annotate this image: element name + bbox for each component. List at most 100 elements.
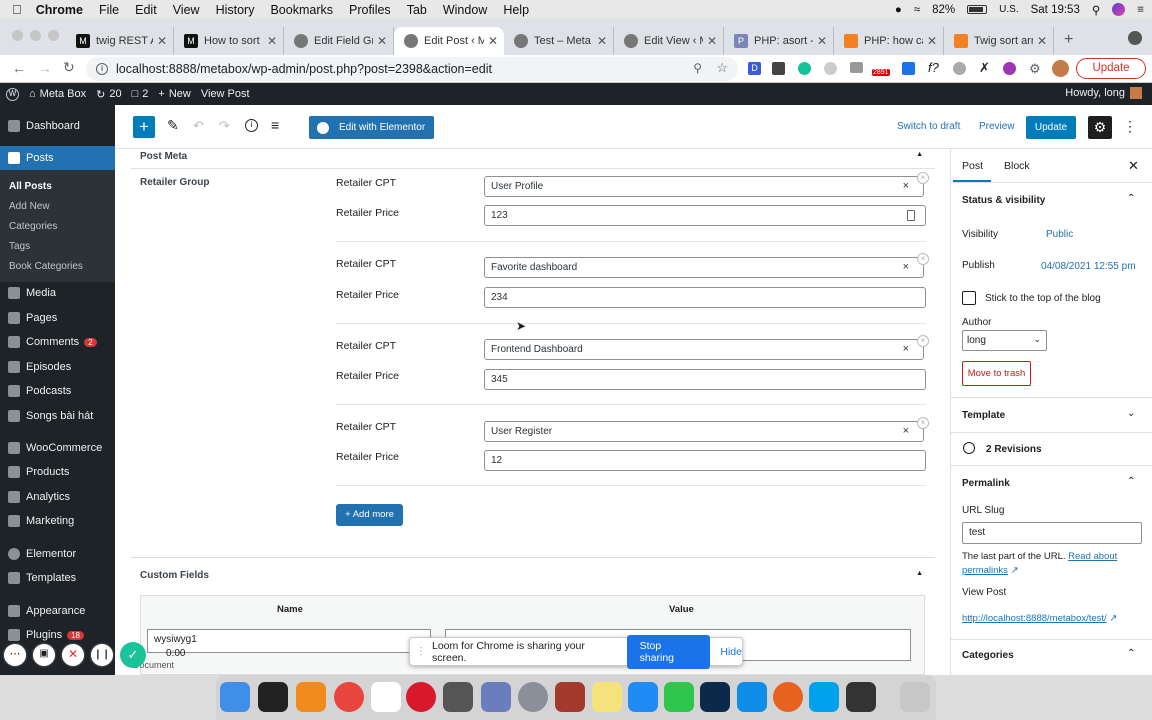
tab-twig-rest[interactable]: Mtwig REST AP ✕ [66,27,174,55]
switch-to-draft-button[interactable]: Switch to draft [897,121,960,132]
publish-date-value[interactable]: 04/08/2021 12:55 pm [1041,261,1136,272]
sidebar-sub-tags[interactable]: Tags [0,236,115,256]
url-slug-input[interactable]: test [962,522,1142,544]
skype-icon[interactable] [809,682,839,712]
sidebar-item-comments[interactable]: Comments 2 [0,330,115,354]
record-icon[interactable]: ● [895,4,902,16]
more-options-icon[interactable]: ⋮ [1123,118,1137,135]
close-icon[interactable]: ✕ [1037,34,1047,48]
extension-icon[interactable] [953,62,966,75]
stop-sharing-button[interactable]: Stop sharing [626,634,711,669]
window-minimize-icon[interactable] [30,30,41,41]
terminal-icon[interactable] [258,682,288,712]
post-meta-header[interactable]: Post Meta ▲ [131,149,935,169]
tab-post[interactable]: Post [962,160,983,172]
collapse-arrow-icon[interactable]: ▲ [916,570,923,577]
sidebar-item-songs[interactable]: Songs bài hát [0,404,115,428]
tab-test-meta-box[interactable]: Test – Meta B ✕ [504,27,614,55]
edit-with-elementor-button[interactable]: Edit with Elementor [309,116,434,139]
sidebar-item-posts[interactable]: Posts [0,146,115,170]
notes-icon[interactable] [592,682,622,712]
redo-icon[interactable]: ↷ [219,118,230,134]
url-text[interactable]: localhost:8888/metabox/wp-admin/post.php… [116,62,492,76]
tab-edit-field-group[interactable]: Edit Field Gr ✕ [284,27,394,55]
sidebar-item-episodes[interactable]: Episodes [0,355,115,379]
permalinks-link[interactable]: permalinks [962,565,1008,576]
status-visibility-title[interactable]: Status & visibility [962,195,1045,206]
control-center-icon[interactable]: ≡ [1137,4,1144,16]
tableplus-icon[interactable] [443,682,473,712]
add-more-button[interactable]: + Add more [336,504,403,526]
sidebar-item-pages[interactable]: Pages [0,306,115,330]
firefox-icon[interactable] [773,682,803,712]
preview-button[interactable]: Preview [979,121,1015,132]
chevron-down-icon[interactable]: ⌄ [1127,408,1135,419]
template-title[interactable]: Template [962,410,1005,421]
tab-php-asort[interactable]: P PHP: asort - ✕ [724,27,834,55]
retailer-cpt-select[interactable]: User Profile × × [484,172,929,197]
remove-clone-icon[interactable]: × [917,172,929,184]
view-post-link[interactable]: View Post [201,88,250,100]
retailer-cpt-select[interactable]: Favorite dashboard × × [484,253,929,278]
sidebar-sub-add-new[interactable]: Add New [0,196,115,216]
tab-edit-view[interactable]: Edit View ‹ M ✕ [614,27,724,55]
app-store-icon[interactable] [628,682,658,712]
cancel-recording-icon[interactable]: ✕ [62,644,84,666]
list-view-icon[interactable]: ≡ [271,117,279,133]
clear-selection-icon[interactable]: × [903,425,909,437]
custom-fields-header[interactable]: Custom Fields ▲ [131,565,935,587]
categories-title[interactable]: Categories [962,650,1014,661]
retailer-price-input[interactable]: 12 [484,450,926,471]
chrome-icon[interactable] [334,682,364,712]
tools-pencil-icon[interactable]: ✎ [167,117,179,134]
menu-file[interactable]: File [99,3,119,17]
wordpress-logo-icon[interactable]: W [6,87,19,101]
retailer-cpt-select[interactable]: Frontend Dashboard × × [484,335,929,360]
tab-block[interactable]: Block [1004,160,1030,172]
update-button[interactable]: Update [1026,116,1076,139]
sidebar-item-woocommerce[interactable]: WooCommerce [0,436,115,460]
window-zoom-icon[interactable] [48,30,59,41]
tab-how-to-sort[interactable]: M How to sort ✕ [174,27,284,55]
sidebar-item-podcasts[interactable]: Podcasts [0,379,115,403]
close-icon[interactable]: ✕ [1128,158,1139,174]
photoshop-icon[interactable] [700,682,730,712]
extension-icon[interactable] [902,62,915,75]
chevron-up-icon[interactable]: ⌃ [1127,193,1135,204]
remove-clone-icon[interactable]: × [917,335,929,347]
extensions-puzzle-icon[interactable]: ⚙ [1029,61,1041,77]
retailer-price-input[interactable]: 234 [484,287,926,308]
extension-icon[interactable] [1003,62,1016,75]
facetime-icon[interactable] [664,682,694,712]
info-icon[interactable]: i [96,63,108,75]
camera-toggle-icon[interactable]: ▣ [33,644,55,666]
sidebar-item-marketing[interactable]: Marketing [0,509,115,533]
new-tab-icon[interactable]: + [1064,31,1073,49]
chevron-up-icon[interactable]: ⌃ [1127,648,1135,659]
extension-x-icon[interactable]: ✗ [979,60,990,76]
retailer-price-input[interactable]: 345 [484,369,926,390]
update-chrome-button[interactable]: Update [1076,58,1146,79]
forward-icon[interactable]: → [38,60,52,76]
menu-view[interactable]: View [173,3,200,17]
close-icon[interactable]: ✕ [267,34,277,48]
clear-selection-icon[interactable]: × [903,343,909,355]
move-to-trash-button[interactable]: Move to trash [962,361,1031,386]
opera-icon[interactable] [406,682,436,712]
input-source[interactable]: U.S. [999,4,1018,15]
custom-field-name-input[interactable]: wysiwyg1 [147,629,431,653]
tab-twig-sort[interactable]: Twig sort arr ✕ [944,27,1054,55]
sidebar-item-products[interactable]: Products [0,460,115,484]
reload-icon[interactable]: ↻ [63,59,75,76]
apple-icon[interactable]:  [12,2,22,17]
pause-recording-icon[interactable]: ❙❙ [91,644,113,666]
close-icon[interactable]: ✕ [157,34,167,48]
bookmark-star-icon[interactable]: ☆ [716,60,728,76]
close-icon[interactable]: ✕ [377,34,387,48]
extension-icon[interactable] [824,62,837,75]
extension-d-icon[interactable]: D [748,62,761,75]
close-icon[interactable]: ✕ [927,34,937,48]
visibility-value[interactable]: Public [1046,229,1073,240]
retailer-price-input[interactable]: 123 [484,205,926,226]
sidebar-sub-all-posts[interactable]: All Posts [0,176,115,196]
